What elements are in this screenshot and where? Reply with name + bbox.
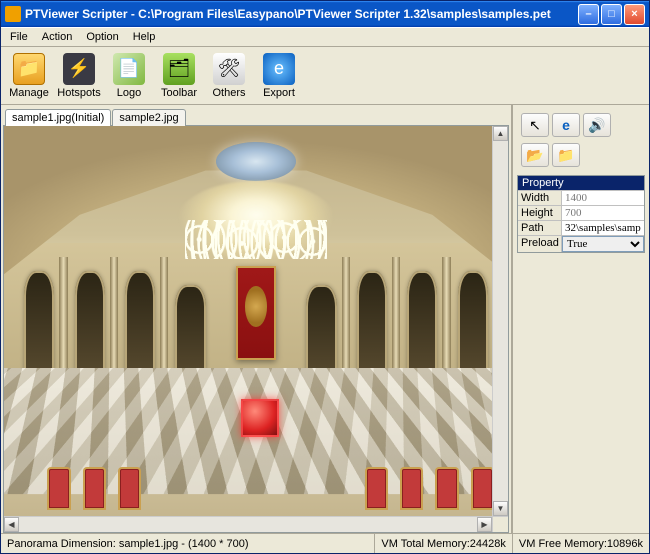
preload-select[interactable]: True <box>562 236 644 252</box>
canvas-wrap: ▲ ▼ <box>4 126 508 516</box>
property-row-preload: Preload True <box>518 235 644 252</box>
ie-icon: e <box>562 117 570 133</box>
horizontal-scrollbar[interactable]: ◀ ▶ <box>4 516 508 532</box>
scroll-left-button[interactable]: ◀ <box>4 517 19 532</box>
pointer-tool[interactable]: ↖ <box>521 113 549 137</box>
panorama-canvas[interactable] <box>4 126 508 516</box>
toolbar-icon: 🗂 <box>163 53 195 85</box>
property-name: Preload <box>518 236 562 252</box>
column <box>110 257 118 383</box>
column <box>342 257 350 383</box>
editor-pane: sample1.jpg(Initial) sample2.jpg <box>1 105 511 533</box>
hotspots-icon: ⚡ <box>63 53 95 85</box>
vertical-scrollbar[interactable]: ▲ ▼ <box>492 126 508 516</box>
arch <box>458 271 488 383</box>
scroll-up-button[interactable]: ▲ <box>493 126 508 141</box>
scroll-down-button[interactable]: ▼ <box>493 501 508 516</box>
property-row-path: Path <box>518 220 644 235</box>
folder-search-icon: 📁 <box>557 147 574 164</box>
chair <box>473 469 492 508</box>
property-header: Property <box>518 176 644 190</box>
chair <box>367 469 386 508</box>
scroll-track[interactable] <box>493 141 508 501</box>
chandelier-lights <box>185 220 326 259</box>
window-title: PTViewer Scripter - C:\Program Files\Eas… <box>25 7 576 21</box>
menu-option[interactable]: Option <box>79 29 125 45</box>
tab-sample1[interactable]: sample1.jpg(Initial) <box>5 109 111 126</box>
hotspots-button[interactable]: ⚡ Hotspots <box>55 50 103 102</box>
path-field[interactable] <box>562 221 644 235</box>
app-window: PTViewer Scripter - C:\Program Files\Eas… <box>0 0 650 554</box>
property-name: Path <box>518 221 562 235</box>
menu-help[interactable]: Help <box>126 29 163 45</box>
app-icon <box>5 6 21 22</box>
close-button[interactable]: × <box>624 4 645 25</box>
chair <box>120 469 139 508</box>
column <box>160 257 168 383</box>
menu-action[interactable]: Action <box>35 29 80 45</box>
column <box>442 257 450 383</box>
menubar: File Action Option Help <box>1 27 649 47</box>
column <box>392 257 400 383</box>
oculus <box>216 142 297 181</box>
folder-open-icon: 📂 <box>526 147 543 164</box>
others-button[interactable]: 🛠 Others <box>205 50 253 102</box>
manage-button[interactable]: 📁 Manage <box>5 50 53 102</box>
folder-icon: 📁 <box>13 53 45 85</box>
property-row-height: Height <box>518 205 644 220</box>
main-area: sample1.jpg(Initial) sample2.jpg <box>1 105 649 533</box>
status-dimension: Panorama Dimension: sample1.jpg - (1400 … <box>1 534 375 553</box>
menu-file[interactable]: File <box>3 29 35 45</box>
arch <box>125 271 155 383</box>
property-grid: Property Width Height Path Preload <box>517 175 645 253</box>
scroll-corner <box>492 517 508 532</box>
status-vm-total: VM Total Memory:24428k <box>375 534 513 553</box>
maximize-button[interactable]: □ <box>601 4 622 25</box>
open-tool[interactable]: 📂 <box>521 143 549 167</box>
browse-tool[interactable]: 📁 <box>552 143 580 167</box>
hotspot-marker[interactable] <box>241 399 279 437</box>
property-name: Height <box>518 206 562 220</box>
property-row-width: Width <box>518 190 644 205</box>
arch <box>24 271 54 383</box>
status-vm-free: VM Free Memory:10896k <box>513 534 649 553</box>
pointer-icon: ↖ <box>529 117 541 134</box>
chair <box>49 469 68 508</box>
scroll-track[interactable] <box>19 517 477 532</box>
toolbar-button[interactable]: 🗂 Toolbar <box>155 50 203 102</box>
tab-sample2[interactable]: sample2.jpg <box>112 109 185 126</box>
banner <box>236 266 276 360</box>
sound-tool[interactable]: 🔊 <box>583 113 611 137</box>
others-icon: 🛠 <box>213 53 245 85</box>
sound-icon: 🔊 <box>588 117 605 134</box>
minimize-button[interactable]: – <box>578 4 599 25</box>
panorama-viewer: ▲ ▼ ◀ ▶ <box>3 125 509 533</box>
main-toolbar: 📁 Manage ⚡ Hotspots 📄 Logo 🗂 Toolbar 🛠 O… <box>1 47 649 105</box>
image-tabs: sample1.jpg(Initial) sample2.jpg <box>3 105 509 125</box>
width-field[interactable] <box>562 191 644 205</box>
chair <box>437 469 456 508</box>
logo-button[interactable]: 📄 Logo <box>105 50 153 102</box>
preview-tool[interactable]: e <box>552 113 580 137</box>
side-panel: ↖ e 🔊 📂 📁 Property Width Height Path <box>511 105 649 533</box>
statusbar: Panorama Dimension: sample1.jpg - (1400 … <box>1 533 649 553</box>
export-button[interactable]: e Export <box>255 50 303 102</box>
ie-icon: e <box>263 53 295 85</box>
chair <box>402 469 421 508</box>
arch <box>75 271 105 383</box>
arch <box>407 271 437 383</box>
side-toolbar: ↖ e 🔊 📂 📁 <box>517 109 645 171</box>
logo-icon: 📄 <box>113 53 145 85</box>
arch <box>357 271 387 383</box>
titlebar[interactable]: PTViewer Scripter - C:\Program Files\Eas… <box>1 1 649 27</box>
property-name: Width <box>518 191 562 205</box>
column <box>59 257 67 383</box>
scene <box>4 126 508 516</box>
chair <box>85 469 104 508</box>
height-field[interactable] <box>562 206 644 220</box>
scroll-right-button[interactable]: ▶ <box>477 517 492 532</box>
